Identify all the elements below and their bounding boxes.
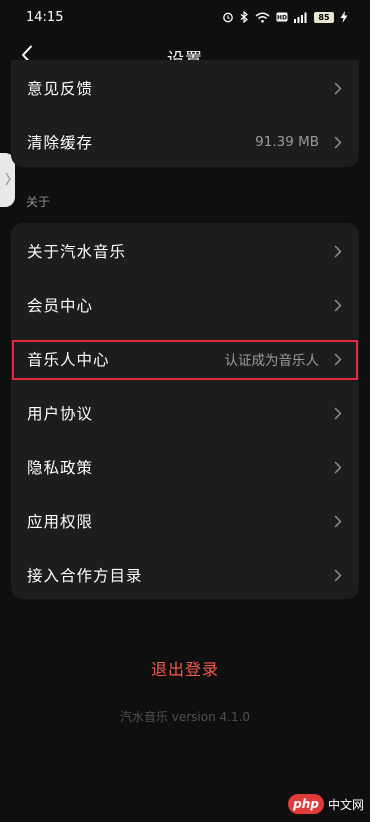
wifi-icon <box>255 12 270 23</box>
chevron-right-icon <box>333 460 343 474</box>
battery-icon: 85 <box>314 11 334 23</box>
settings-row-clear-cache[interactable]: 清除缓存 91.39 MB <box>11 115 359 167</box>
watermark-site-text: 中文网 <box>327 797 364 812</box>
row-label: 用户协议 <box>27 405 94 423</box>
signal-icon <box>294 12 308 23</box>
chevron-right-icon <box>333 514 343 528</box>
chevron-right-icon <box>333 81 343 95</box>
cache-size-value: 91.39 MB <box>255 134 319 150</box>
section-label-about: 关于 <box>26 195 51 209</box>
php-logo: php <box>287 794 324 814</box>
about-settings-card: 关于汽水音乐 会员中心 音乐人中心 认证成为音乐人 用户协议 隐私政策 应用权限 <box>11 223 359 599</box>
row-label: 隐私政策 <box>27 459 94 477</box>
chevron-right-icon <box>333 568 343 582</box>
settings-row-privacy-policy[interactable]: 隐私政策 <box>11 440 359 494</box>
musician-verify-hint: 认证成为音乐人 <box>224 353 320 369</box>
row-label: 关于汽水音乐 <box>27 243 127 261</box>
hd-icon: HD <box>276 12 288 22</box>
settings-row-feedback[interactable]: 意见反馈 <box>11 61 359 115</box>
row-label: 应用权限 <box>27 513 94 531</box>
settings-row-about-app[interactable]: 关于汽水音乐 <box>11 224 359 278</box>
row-label: 清除缓存 <box>27 134 94 152</box>
chevron-right-icon <box>333 135 343 149</box>
charging-icon <box>340 11 348 23</box>
row-label: 音乐人中心 <box>27 351 110 369</box>
general-settings-card: 意见反馈 清除缓存 91.39 MB <box>11 60 359 167</box>
chevron-right-icon <box>333 352 343 366</box>
chevron-right-icon <box>333 244 343 258</box>
logout-button[interactable]: 退出登录 <box>0 656 370 682</box>
row-label: 接入合作方目录 <box>27 567 143 585</box>
settings-row-musician-center[interactable]: 音乐人中心 认证成为音乐人 <box>11 332 359 386</box>
settings-row-partner-directory[interactable]: 接入合作方目录 <box>11 548 359 599</box>
status-time: 14:15 <box>26 9 64 25</box>
version-text: 汽水音乐 version 4.1.0 <box>119 710 251 724</box>
settings-row-user-agreement[interactable]: 用户协议 <box>11 386 359 440</box>
watermark: php 中文网 <box>287 794 364 814</box>
bluetooth-icon <box>240 11 249 23</box>
row-label: 会员中心 <box>27 297 94 315</box>
chevron-right-icon <box>4 171 11 190</box>
chevron-right-icon <box>333 298 343 312</box>
settings-row-app-permissions[interactable]: 应用权限 <box>11 494 359 548</box>
svg-text:HD: HD <box>277 15 287 22</box>
chevron-right-icon <box>333 406 343 420</box>
settings-row-member-center[interactable]: 会员中心 <box>11 278 359 332</box>
status-icons: HD 85 <box>222 11 348 23</box>
alarm-icon <box>222 11 234 23</box>
status-bar: 14:15 HD 85 <box>0 0 370 34</box>
row-label: 意见反馈 <box>27 80 94 98</box>
